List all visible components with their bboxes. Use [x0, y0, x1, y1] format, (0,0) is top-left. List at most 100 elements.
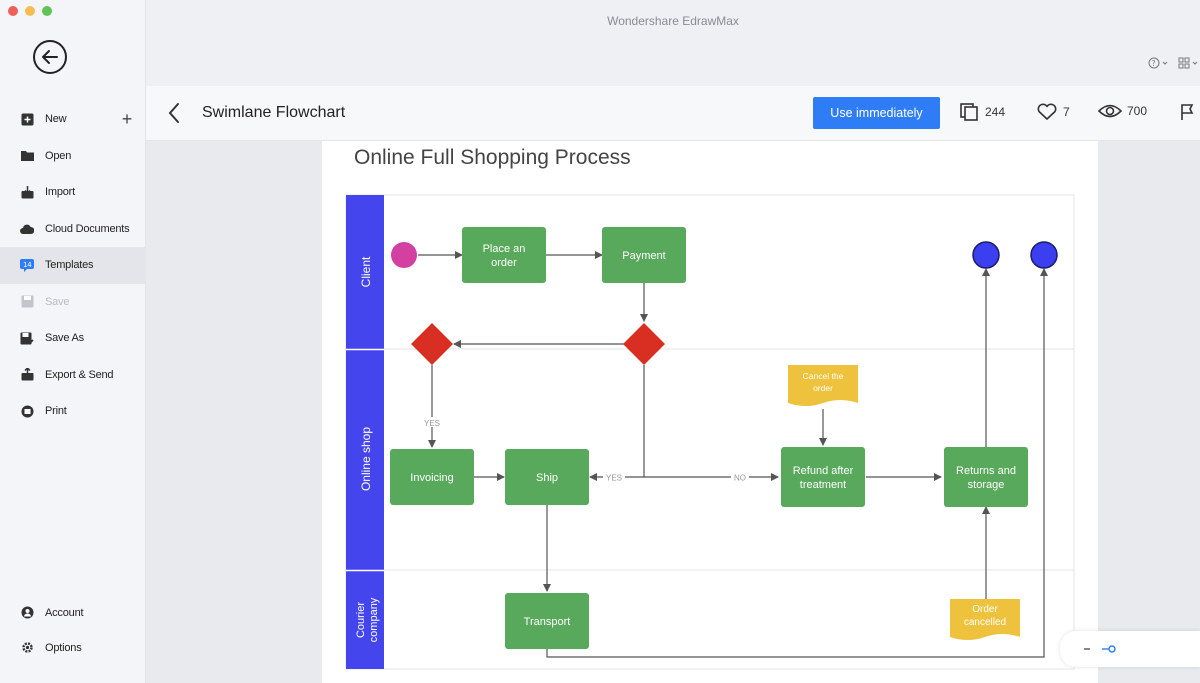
- use-immediately-button[interactable]: Use immediately: [813, 97, 940, 129]
- sidebar-item-label: Cloud Documents: [45, 222, 130, 235]
- copy-icon: [960, 103, 978, 121]
- sidebar-item-account[interactable]: Account: [0, 595, 146, 630]
- start-event: [391, 242, 417, 268]
- diagram-page: Client Online shop Courier company YES Y…: [322, 141, 1098, 683]
- node-label: Refund after: [793, 465, 854, 477]
- maximize-window-button[interactable]: [42, 6, 52, 16]
- edge-label-yes: YES: [606, 474, 622, 483]
- sidebar-item-label: Account: [45, 606, 84, 619]
- node-label: Payment: [622, 250, 665, 262]
- apps-grid-icon[interactable]: [1178, 57, 1200, 72]
- close-window-button[interactable]: [8, 6, 18, 16]
- sidebar-item-label: Open: [45, 149, 72, 162]
- swimlane-diagram: Client Online shop Courier company YES Y…: [345, 194, 1075, 670]
- report-flag-button[interactable]: [1180, 103, 1199, 121]
- copies-count: 244: [985, 105, 1006, 119]
- node-label: Ship: [536, 472, 558, 484]
- gear-icon: [20, 641, 34, 655]
- lane-label-online-shop: Online shop: [359, 427, 373, 491]
- note-label: Order: [972, 604, 998, 615]
- note-label: cancelled: [964, 617, 1006, 628]
- sidebar-item-label: Import: [45, 186, 75, 199]
- account-icon: [20, 606, 34, 620]
- note-label: order: [813, 383, 833, 393]
- note-label: Cancel the: [803, 371, 844, 381]
- end-event: [1030, 241, 1058, 269]
- sidebar-item-cloud-documents[interactable]: Cloud Documents: [0, 211, 146, 248]
- sidebar-item-label: Save: [45, 295, 70, 308]
- zoom-slider-icon[interactable]: [1082, 643, 1122, 655]
- process-returns: [944, 447, 1028, 507]
- sidebar-item-save[interactable]: Save: [0, 284, 146, 321]
- node-label: Invoicing: [410, 472, 453, 484]
- template-preview-area: Client Online shop Courier company YES Y…: [146, 141, 1200, 683]
- zoom-control[interactable]: [1060, 631, 1200, 667]
- import-icon: [20, 185, 34, 199]
- save-icon: [20, 295, 34, 309]
- sidebar-item-new[interactable]: New +: [0, 101, 146, 138]
- svg-text:?: ?: [1152, 59, 1156, 68]
- sidebar-item-label: Print: [45, 405, 67, 418]
- sidebar-item-print[interactable]: Print: [0, 393, 146, 430]
- sidebar-menu: New + Open Import Cloud Documents 14 Tem…: [0, 101, 146, 430]
- lane-label-courier-line1: Courier: [355, 602, 367, 638]
- plus-icon[interactable]: +: [122, 109, 133, 130]
- node-label: Returns and: [956, 465, 1016, 477]
- views-count: 700: [1127, 104, 1148, 118]
- window-controls: [8, 6, 52, 16]
- sidebar-item-label: Save As: [45, 332, 84, 345]
- pool-frame: [345, 194, 1075, 670]
- templates-icon: 14: [20, 258, 34, 272]
- back-button[interactable]: [33, 40, 67, 74]
- top-right-tools: ?: [1148, 57, 1200, 72]
- lane-label-courier-line2: company: [368, 597, 380, 642]
- node-label: order: [491, 257, 517, 269]
- heart-icon: [1037, 103, 1057, 120]
- copies-stat[interactable]: 244: [960, 103, 1005, 121]
- process-refund: [781, 447, 865, 507]
- chevron-left-icon: [168, 103, 179, 123]
- end-event: [972, 241, 1000, 269]
- sidebar-item-label: Options: [45, 641, 82, 654]
- sidebar-item-label: Export & Send: [45, 368, 114, 381]
- sidebar-item-label: Templates: [45, 259, 94, 272]
- node-label: Transport: [524, 616, 571, 628]
- sidebar-bottom-menu: Account Options: [0, 595, 146, 665]
- sidebar-item-templates[interactable]: 14 Templates: [0, 247, 146, 284]
- minimize-window-button[interactable]: [25, 6, 35, 16]
- lane-label-client: Client: [359, 256, 373, 287]
- sidebar-item-save-as[interactable]: Save As: [0, 320, 146, 357]
- sidebar: New + Open Import Cloud Documents 14 Tem…: [0, 0, 146, 683]
- svg-text:14: 14: [23, 261, 32, 269]
- likes-count: 7: [1063, 105, 1070, 119]
- sidebar-item-export-send[interactable]: Export & Send: [0, 357, 146, 394]
- diagram-title: Online Full Shopping Process: [354, 146, 631, 169]
- node-label: treatment: [800, 479, 846, 491]
- views-stat: 700: [1098, 103, 1147, 119]
- back-chevron-button[interactable]: [164, 100, 184, 126]
- app-title: Wondershare EdrawMax: [607, 14, 739, 28]
- sidebar-item-label: New: [45, 113, 67, 126]
- new-icon: [20, 112, 34, 126]
- sidebar-item-import[interactable]: Import: [0, 174, 146, 211]
- process-place-order: [462, 227, 546, 283]
- node-label: Place an: [483, 243, 526, 255]
- likes-stat[interactable]: 7: [1036, 103, 1070, 121]
- cloud-icon: [20, 222, 34, 236]
- export-icon: [20, 368, 34, 382]
- folder-icon: [20, 149, 34, 163]
- print-icon: [20, 404, 34, 418]
- edge-label-no: NO: [734, 474, 746, 483]
- edge-label-yes: YES: [424, 419, 440, 428]
- eye-icon: [1098, 104, 1122, 118]
- flag-icon: [1181, 104, 1194, 120]
- title-bar: Wondershare EdrawMax ?: [146, 0, 1200, 86]
- help-icon[interactable]: ?: [1148, 57, 1170, 72]
- node-label: storage: [968, 479, 1005, 491]
- arrow-left-icon: [42, 50, 58, 64]
- sidebar-item-open[interactable]: Open: [0, 138, 146, 175]
- save-as-icon: [20, 331, 34, 345]
- template-title: Swimlane Flowchart: [202, 104, 346, 121]
- sidebar-item-options[interactable]: Options: [0, 630, 146, 665]
- template-header: Swimlane Flowchart Use immediately 244 7…: [146, 86, 1200, 141]
